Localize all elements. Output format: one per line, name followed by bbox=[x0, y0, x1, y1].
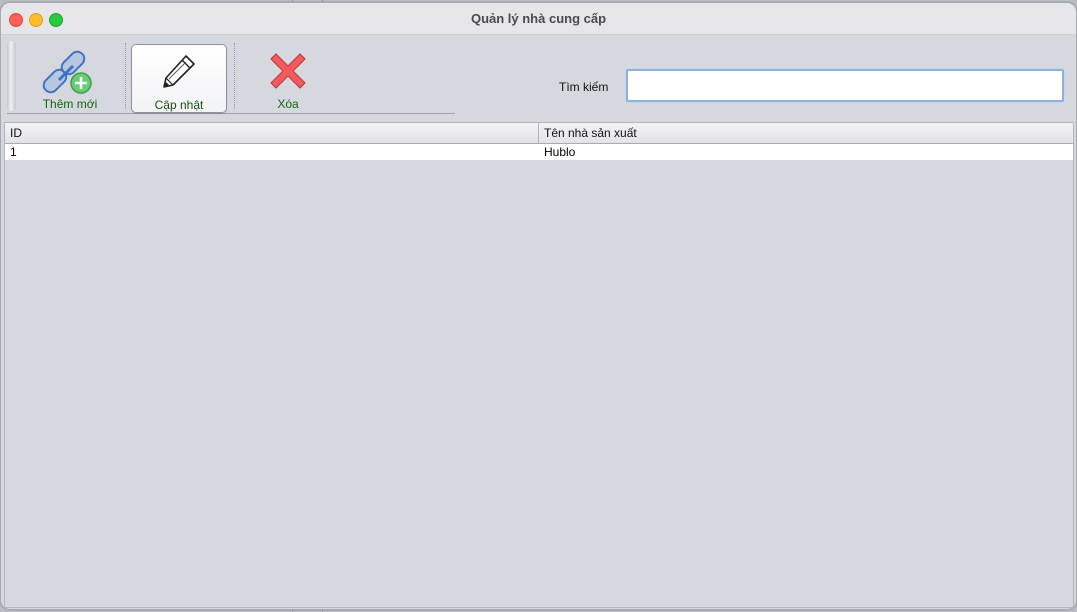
table-header: ID Tên nhà sản xuất bbox=[5, 123, 1073, 144]
update-button[interactable]: Cập nhật bbox=[131, 44, 227, 113]
cell-manufacturer-name: Hublo bbox=[544, 145, 576, 159]
update-label: Cập nhật bbox=[154, 98, 204, 112]
cell-id: 1 bbox=[10, 145, 17, 159]
supplier-management-window: Quản lý nhà cung cấp Thêm mới Cập nhật X… bbox=[0, 2, 1077, 610]
window-title: Quản lý nhà cung cấp bbox=[470, 11, 607, 26]
title-bar: Quản lý nhà cung cấp bbox=[1, 3, 1076, 35]
toolbar-grip-handle[interactable] bbox=[7, 41, 16, 111]
toolbar-separator bbox=[234, 43, 235, 109]
toolbar-separator bbox=[125, 43, 126, 109]
search-input[interactable] bbox=[626, 69, 1064, 102]
toolbar: Thêm mới Cập nhật Xóa bbox=[7, 41, 455, 114]
link-add-icon bbox=[42, 46, 98, 101]
add-new-label: Thêm mới bbox=[42, 97, 98, 111]
column-header-id[interactable]: ID bbox=[5, 123, 538, 143]
search-label: Tìm kiếm bbox=[559, 80, 609, 94]
add-new-button[interactable]: Thêm mới bbox=[23, 44, 117, 111]
column-header-manufacturer-name[interactable]: Tên nhà sản xuất bbox=[538, 123, 1073, 143]
delete-button[interactable]: Xóa bbox=[241, 44, 335, 111]
supplier-table: ID Tên nhà sản xuất 1 Hublo bbox=[4, 122, 1074, 608]
delete-x-icon bbox=[267, 50, 309, 95]
delete-label: Xóa bbox=[277, 97, 299, 111]
table-row[interactable]: 1 Hublo bbox=[5, 144, 1073, 160]
pencil-icon bbox=[159, 51, 199, 94]
